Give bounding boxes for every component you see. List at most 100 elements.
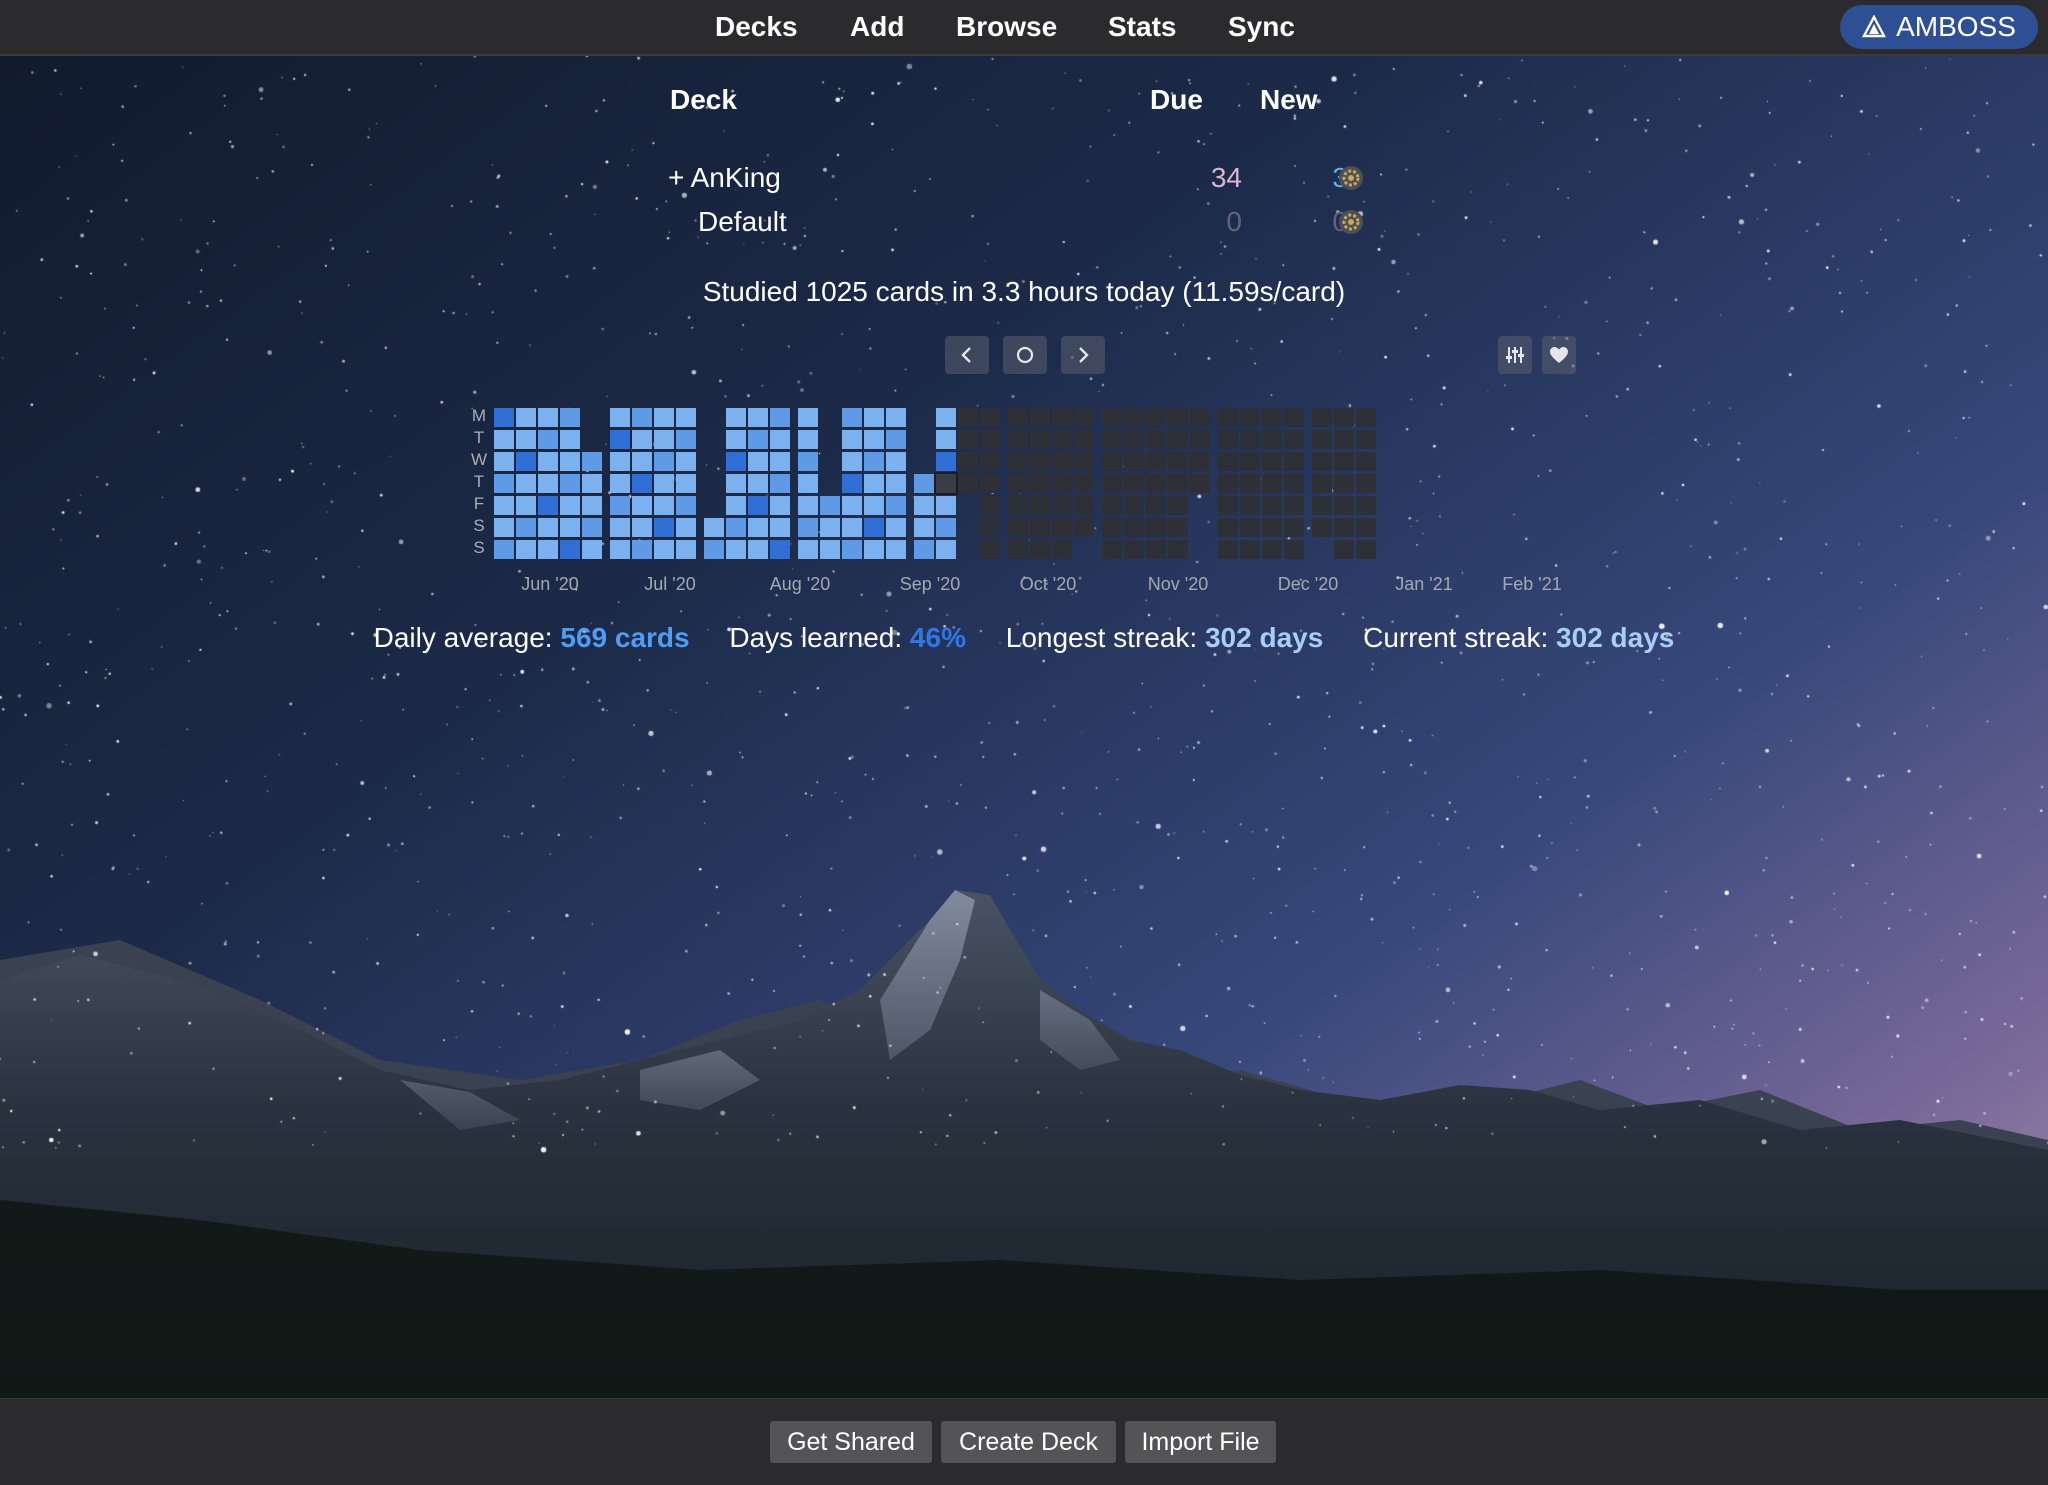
heatmap-cell[interactable]: [1074, 518, 1094, 537]
heatmap-cell[interactable]: [1240, 408, 1260, 427]
heatmap-cell[interactable]: [726, 474, 746, 493]
nav-decks[interactable]: Decks: [715, 8, 798, 46]
heatmap-cell[interactable]: [1262, 408, 1282, 427]
heatmap-cell[interactable]: [936, 540, 956, 559]
heatmap-cell[interactable]: [1284, 518, 1304, 537]
heatmap-cell[interactable]: [1008, 474, 1028, 493]
heatmap-cell[interactable]: [886, 540, 906, 559]
heatmap-cell[interactable]: [516, 452, 536, 471]
heatmap-cell[interactable]: [676, 518, 696, 537]
heatmap-cell[interactable]: [1102, 518, 1122, 537]
heatmap-cell[interactable]: [1334, 474, 1354, 493]
heatmap-cell[interactable]: [610, 496, 630, 515]
heatmap-cell[interactable]: [516, 518, 536, 537]
import-file-button[interactable]: Import File: [1125, 1421, 1276, 1463]
heatmap-cell[interactable]: [748, 408, 768, 427]
heatmap-cell[interactable]: [1052, 430, 1072, 449]
heatmap-cell[interactable]: [936, 430, 956, 449]
heatmap-cell[interactable]: [560, 540, 580, 559]
heatmap-cell[interactable]: [842, 452, 862, 471]
heatmap-cell[interactable]: [798, 452, 818, 471]
heatmap-cell[interactable]: [1284, 474, 1304, 493]
heatmap-cell[interactable]: [770, 408, 790, 427]
heatmap-cell[interactable]: [958, 430, 978, 449]
heatmap-cell[interactable]: [1262, 540, 1282, 559]
heatmap-cell[interactable]: [726, 430, 746, 449]
heatmap-cell[interactable]: [676, 430, 696, 449]
heatmap-cell[interactable]: [1312, 408, 1332, 427]
heatmap-cell[interactable]: [1168, 430, 1188, 449]
heatmap-cell[interactable]: [1102, 408, 1122, 427]
heatmap-cell[interactable]: [1356, 408, 1376, 427]
heatmap-cell[interactable]: [654, 518, 674, 537]
heatmap-cell[interactable]: [980, 540, 1000, 559]
heatmap-cell[interactable]: [494, 430, 514, 449]
heatmap-cell[interactable]: [676, 408, 696, 427]
heatmap-cell[interactable]: [1312, 474, 1332, 493]
nav-stats[interactable]: Stats: [1108, 8, 1176, 46]
heatmap-cell[interactable]: [676, 540, 696, 559]
heatmap-cell[interactable]: [704, 540, 724, 559]
heatmap-cell[interactable]: [538, 452, 558, 471]
heatmap-cell[interactable]: [1030, 540, 1050, 559]
heatmap-cell[interactable]: [914, 496, 934, 515]
gear-icon[interactable]: [1338, 165, 1364, 191]
heatmap-cell[interactable]: [1146, 496, 1166, 515]
heatmap-cell[interactable]: [864, 496, 884, 515]
heatmap-cell[interactable]: [748, 452, 768, 471]
heatmap-cell[interactable]: [1240, 496, 1260, 515]
heatmap-cell[interactable]: [704, 518, 724, 537]
heatmap-cell[interactable]: [1030, 408, 1050, 427]
heatmap-cell[interactable]: [654, 430, 674, 449]
heatmap-cell[interactable]: [632, 408, 652, 427]
deck-name[interactable]: Default: [698, 202, 787, 242]
expand-toggle[interactable]: +: [668, 162, 684, 193]
heatmap-cell[interactable]: [560, 518, 580, 537]
heatmap-cell[interactable]: [864, 430, 884, 449]
heatmap-cell[interactable]: [770, 474, 790, 493]
heatmap-cell[interactable]: [1284, 540, 1304, 559]
heatmap-cell[interactable]: [1262, 496, 1282, 515]
heatmap-cell[interactable]: [610, 474, 630, 493]
heatmap-cell[interactable]: [1312, 518, 1332, 537]
heatmap-cell[interactable]: [842, 496, 862, 515]
heatmap-cell[interactable]: [1240, 540, 1260, 559]
heatmap-cell[interactable]: [610, 518, 630, 537]
heatmap-next-button[interactable]: [1061, 336, 1105, 374]
heatmap-cell[interactable]: [1030, 496, 1050, 515]
heatmap-cell[interactable]: [560, 408, 580, 427]
heatmap-cell[interactable]: [1124, 408, 1144, 427]
heatmap-cell[interactable]: [1008, 430, 1028, 449]
heatmap-cell[interactable]: [676, 474, 696, 493]
heatmap-cell[interactable]: [1218, 496, 1238, 515]
heatmap-cell[interactable]: [654, 474, 674, 493]
heatmap-cell[interactable]: [538, 408, 558, 427]
heatmap-cell[interactable]: [1262, 518, 1282, 537]
heatmap-cell[interactable]: [632, 452, 652, 471]
heatmap-cell[interactable]: [1356, 430, 1376, 449]
heatmap-cell[interactable]: [1102, 540, 1122, 559]
heatmap-cell[interactable]: [1284, 408, 1304, 427]
heatmap-cell[interactable]: [1262, 452, 1282, 471]
heatmap-cell[interactable]: [1334, 452, 1354, 471]
heatmap-cell[interactable]: [748, 496, 768, 515]
heatmap-cell[interactable]: [958, 474, 978, 493]
gear-icon[interactable]: [1338, 209, 1364, 235]
heatmap-cell[interactable]: [610, 430, 630, 449]
heatmap-cell[interactable]: [494, 474, 514, 493]
heatmap-cell[interactable]: [494, 540, 514, 559]
heatmap-cell[interactable]: [1218, 408, 1238, 427]
heatmap-cell[interactable]: [1312, 496, 1332, 515]
heatmap-cell[interactable]: [516, 496, 536, 515]
get-shared-button[interactable]: Get Shared: [770, 1421, 932, 1463]
heatmap-cell[interactable]: [1030, 518, 1050, 537]
heatmap-cell[interactable]: [1124, 540, 1144, 559]
heatmap-cell[interactable]: [1218, 452, 1238, 471]
heatmap-cell[interactable]: [538, 496, 558, 515]
heatmap-cell[interactable]: [798, 496, 818, 515]
heatmap-cell[interactable]: [980, 496, 1000, 515]
heatmap-cell[interactable]: [632, 474, 652, 493]
heatmap-cell[interactable]: [1074, 430, 1094, 449]
heatmap-cell[interactable]: [538, 518, 558, 537]
amboss-button[interactable]: AMBOSS: [1840, 5, 2038, 49]
